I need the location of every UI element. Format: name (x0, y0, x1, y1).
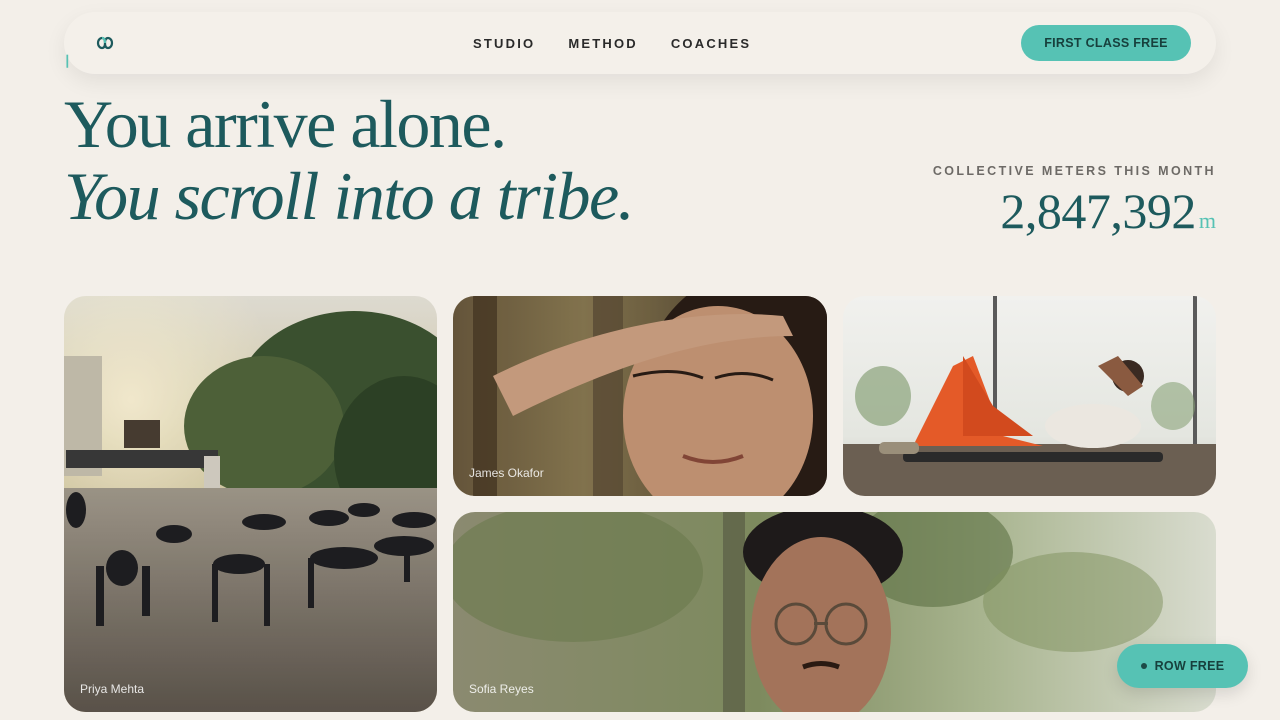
gallery-card-situps[interactable] (843, 296, 1216, 496)
first-class-free-button[interactable]: FIRST CLASS FREE (1021, 25, 1191, 61)
card-caption: James Okafor (469, 466, 544, 480)
situps-photo (843, 296, 1216, 496)
decorative-mark: ┃ (64, 56, 71, 68)
row-free-button[interactable]: ROW FREE (1117, 644, 1248, 688)
group-workout-photo (64, 296, 437, 712)
card-caption: Sofia Reyes (469, 682, 534, 696)
counter-value: 2,847,392 (1000, 183, 1196, 239)
nav-link-coaches[interactable]: COACHES (671, 36, 751, 51)
nav-link-method[interactable]: METHOD (568, 36, 638, 51)
gallery-card-portrait-man[interactable]: Sofia Reyes (453, 512, 1216, 712)
card-caption: Priya Mehta (80, 682, 145, 696)
counter-label: COLLECTIVE METERS THIS MONTH (932, 164, 1216, 178)
portrait-man-photo (453, 512, 1216, 712)
gallery-card-group-workout[interactable]: Priya Mehta (64, 296, 437, 712)
hero-line-1: You arrive alone. (64, 86, 507, 162)
nav-links: STUDIO METHOD COACHES (473, 12, 751, 74)
gallery-card-portrait-woman[interactable]: James Okafor (453, 296, 827, 496)
status-dot-icon (1140, 663, 1147, 669)
meters-counter: COLLECTIVE METERS THIS MONTH 2,847,392 m (933, 164, 1216, 240)
hero-line-2: You scroll into a tribe. (64, 158, 635, 234)
infinity-knot-icon[interactable] (94, 32, 116, 54)
row-free-label: ROW FREE (1154, 659, 1225, 673)
counter-value-wrap: 2,847,392 m (933, 182, 1216, 240)
top-nav: STUDIO METHOD COACHES FIRST CLASS FREE (64, 12, 1216, 74)
counter-unit: m (1198, 208, 1216, 233)
nav-link-studio[interactable]: STUDIO (473, 36, 535, 51)
hero-headline: You arrive alone. You scroll into a trib… (64, 86, 635, 234)
